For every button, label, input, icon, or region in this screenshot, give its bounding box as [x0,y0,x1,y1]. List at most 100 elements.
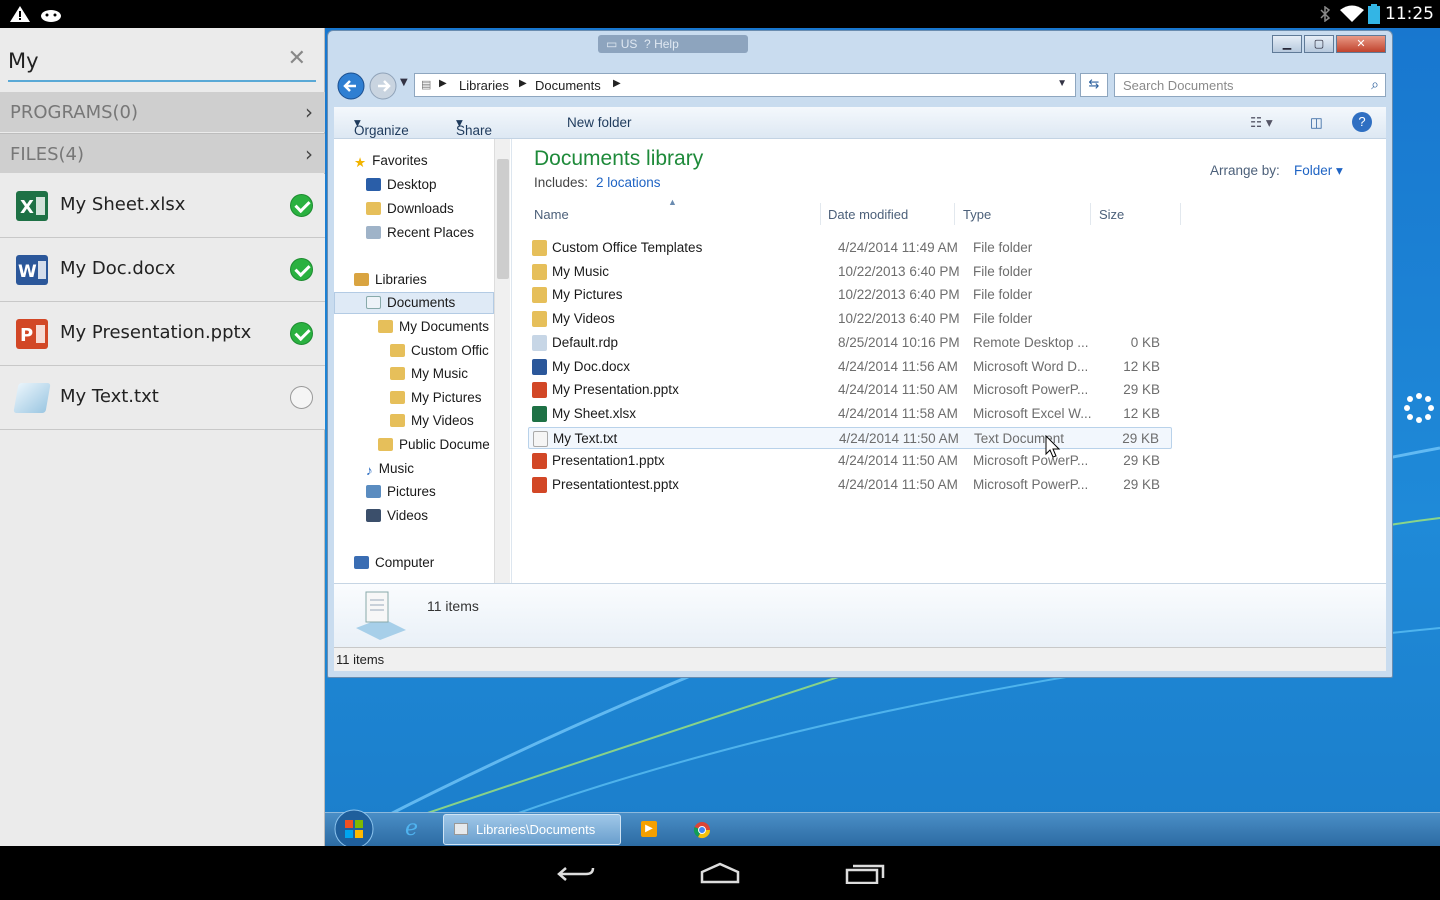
file-row[interactable]: Custom Office Templates 4/24/2014 11:49 A… [528,237,1172,259]
checked-icon[interactable] [290,194,313,217]
nav-computer[interactable]: Computer [354,553,434,573]
file-row[interactable]: My Pictures 10/22/2013 6:40 PM File folder [528,284,1172,306]
nav-my-documents[interactable]: My Documents [378,317,489,337]
language-label: US [620,37,638,51]
nav-my-pictures[interactable]: My Pictures [390,388,482,408]
start-button-icon[interactable] [333,809,375,849]
column-header-size[interactable]: Size [1099,207,1124,222]
forward-icon[interactable] [368,71,398,101]
file-row[interactable]: My Doc.docx 4/24/2014 11:56 AM Microsoft W… [528,356,1172,378]
file-row[interactable]: My Videos 10/22/2013 6:40 PM File folder [528,308,1172,330]
unchecked-icon[interactable] [290,386,313,409]
file-date: 4/24/2014 11:56 AM [838,358,958,374]
desktop-icon [366,178,381,191]
nav-music[interactable]: ♪ Music [366,459,414,479]
view-options-icon[interactable]: ☷ ▾ [1250,115,1273,131]
organize-button[interactable]: Organize ▾ [354,115,409,138]
file-row[interactable]: My Sheet.xlsx 4/24/2014 11:58 AM Microsoft… [528,403,1172,425]
new-folder-button[interactable]: New folder [567,115,632,130]
share-with-button[interactable]: Share with ▾ [456,115,492,153]
nav-my-music[interactable]: My Music [390,364,468,384]
nav-custom-office[interactable]: Custom Offic [390,341,489,361]
programs-section-header[interactable]: PROGRAMS(0) › [0,92,325,132]
files-section-header[interactable]: FILES(4) › [0,133,325,173]
clear-search-icon[interactable]: ✕ [288,46,306,71]
android-status-bar: 11:25 [0,0,1440,28]
breadcrumb-documents[interactable]: Documents [535,78,601,93]
file-name: My Text.txt [553,430,618,446]
file-row[interactable]: My Music 10/22/2013 6:40 PM File folder [528,261,1172,283]
media-player-icon[interactable]: ▶ [641,821,657,837]
includes-label: Includes: [534,175,589,190]
nav-my-videos[interactable]: My Videos [390,411,474,431]
nav-documents[interactable]: Documents [366,293,455,313]
svg-text:X: X [20,197,34,218]
folder-icon [532,311,547,328]
back-icon[interactable] [336,71,366,101]
nav-scrollbar-thumb[interactable] [497,159,509,279]
file-size: 29 KB [1122,430,1159,446]
result-item-sheet[interactable]: X My Sheet.xlsx [0,174,325,238]
language-bar: ▭ US ? Help [598,35,748,53]
file-date: 4/24/2014 11:50 AM [838,477,958,492]
file-type: File folder [973,287,1033,303]
arrange-by-dropdown[interactable]: Folder ▾ [1294,163,1343,179]
file-list-pane: Documents library Includes: 2 locations … [512,139,1386,583]
file-row[interactable]: Presentation1.pptx 4/24/2014 11:50 AM Micr… [528,450,1172,472]
taskbar-explorer-button[interactable]: Libraries\Documents [443,814,621,845]
file-row[interactable]: My Text.txt 4/24/2014 11:50 AM Text Docume… [528,426,1172,449]
nav-pictures[interactable]: Pictures [366,482,436,502]
refresh-icon[interactable]: ⇆ [1080,73,1108,97]
column-header-type[interactable]: Type [963,207,991,222]
address-bar[interactable]: ▤ ▶ Libraries ▶ Documents ▶ ▼ [414,73,1076,97]
result-item-presentation[interactable]: P My Presentation.pptx [0,302,325,366]
remote-control-handle-icon[interactable] [1403,392,1435,424]
libraries-icon [354,273,369,286]
explorer-window[interactable]: ▭ US ? Help ▁ ▢ ✕ ▼ ▤ ▶ Libraries ▶ Docu… [327,30,1393,678]
nav-favorites[interactable]: ★ Favorites [354,151,428,171]
nav-label: Desktop [387,177,437,192]
svg-text:W: W [18,262,37,282]
search-documents-input[interactable]: Search Documents ⌕ [1114,73,1386,97]
breadcrumb-libraries[interactable]: Libraries [459,78,509,93]
file-size: 29 KB [1123,477,1160,492]
history-dropdown-icon[interactable]: ▼ [400,77,408,88]
home-nav-icon[interactable] [700,862,740,884]
result-item-doc[interactable]: W My Doc.docx [0,238,325,302]
search-input[interactable] [8,46,278,76]
details-item-count: 11 items [427,598,479,614]
nav-label: My Videos [411,413,474,428]
file-name: My Sheet.xlsx [552,405,637,421]
word-icon: W [16,255,48,285]
column-header-name[interactable]: Name [534,207,569,222]
file-row[interactable]: Presentationtest.pptx 4/24/2014 11:50 AM M… [528,474,1172,496]
nav-label: Videos [387,508,429,523]
nav-recent-places[interactable]: Recent Places [366,223,474,243]
column-header-date[interactable]: Date modified [828,207,908,222]
file-row[interactable]: Default.rdp 8/25/2014 10:16 PM Remote Desk… [528,332,1172,354]
nav-public-documents[interactable]: Public Docume [378,435,490,455]
nav-downloads[interactable]: Downloads [366,199,454,219]
file-date: 10/22/2013 6:40 PM [838,311,960,327]
nav-scrollbar[interactable] [494,139,510,583]
recent-apps-nav-icon[interactable] [845,862,885,884]
back-nav-icon[interactable] [556,864,596,884]
internet-explorer-icon[interactable]: e [405,816,418,841]
nav-videos[interactable]: Videos [366,506,428,526]
minimize-button[interactable]: ▁ [1272,35,1302,53]
locations-link[interactable]: 2 locations [596,175,661,190]
checked-icon[interactable] [290,322,313,345]
search-icon[interactable]: ⌕ [1371,76,1379,93]
checked-icon[interactable] [290,258,313,281]
address-dropdown-icon[interactable]: ▼ [1057,78,1067,89]
preview-pane-icon[interactable]: ◫ [1310,115,1323,131]
chrome-icon[interactable] [693,821,711,839]
file-row[interactable]: My Presentation.pptx 4/24/2014 11:50 AM Mi… [528,379,1172,401]
result-item-text[interactable]: My Text.txt [0,366,325,430]
help-icon[interactable]: ? [1352,112,1372,132]
nav-libraries[interactable]: Libraries [354,270,427,290]
close-button[interactable]: ✕ [1336,35,1386,53]
maximize-button[interactable]: ▢ [1304,35,1334,53]
nav-desktop[interactable]: Desktop [366,175,437,195]
file-date: 10/22/2013 6:40 PM [838,287,960,303]
